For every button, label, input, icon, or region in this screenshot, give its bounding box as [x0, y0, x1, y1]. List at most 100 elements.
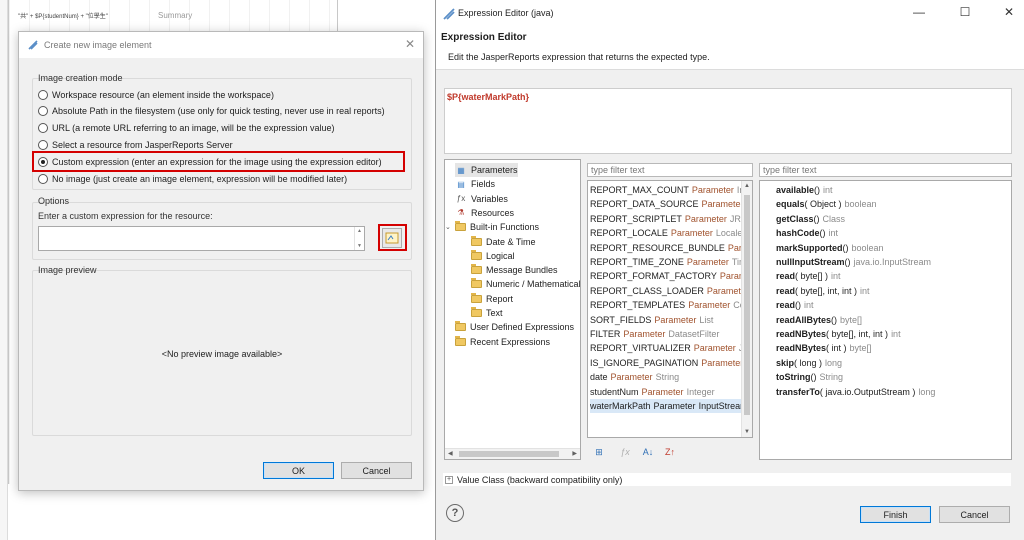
scroll-thumb[interactable] [744, 195, 750, 415]
parameter-item[interactable]: REPORT_RESOURCE_BUNDLEParameterResourceB… [590, 241, 752, 255]
cancel-button[interactable]: Cancel [341, 462, 412, 479]
method-item[interactable]: readNBytes( byte[], int, int ) int [776, 327, 901, 341]
method-item[interactable]: toString() String [776, 370, 843, 384]
creation-mode-option[interactable]: No image (just create an image element, … [38, 172, 347, 186]
scroll-up-icon[interactable]: ▲ [744, 183, 750, 189]
method-item[interactable]: markSupported() boolean [776, 241, 884, 255]
radio-unchecked-icon[interactable] [38, 140, 48, 150]
parameter-name: date [590, 372, 608, 383]
scroll-down-icon[interactable]: ▼ [357, 243, 362, 249]
scroll-down-icon[interactable]: ▼ [744, 429, 750, 435]
category-item[interactable]: Date & Time [471, 235, 536, 249]
minimize-icon[interactable]: — [912, 5, 926, 19]
category-item[interactable]: Recent Expressions [455, 335, 550, 349]
parameter-item[interactable]: date Parameter String [590, 370, 679, 384]
parameter-item[interactable]: SORT_FIELDS Parameter List [590, 313, 713, 327]
parameter-item[interactable]: REPORT_MAX_COUNTParameterInteger [590, 183, 752, 197]
radio-unchecked-icon[interactable] [38, 174, 48, 184]
method-item[interactable]: hashCode() int [776, 226, 838, 240]
scroll-left-icon[interactable]: ◀ [448, 450, 453, 457]
method-item[interactable]: getClass() Class [776, 212, 845, 226]
scroll-thumb[interactable] [459, 451, 559, 457]
radio-unchecked-icon[interactable] [38, 90, 48, 100]
radio-unchecked-icon[interactable] [38, 123, 48, 133]
parameter-item[interactable]: REPORT_TIME_ZONEParameterTimeZone [590, 255, 752, 269]
maximize-icon[interactable]: ☐ [958, 5, 972, 19]
close-icon[interactable]: ✕ [405, 37, 415, 51]
custom-expression-input[interactable]: ▲ ▼ [38, 226, 365, 251]
parameter-item[interactable]: IS_IGNORE_PAGINATIONParameterBoolean [590, 356, 752, 370]
close-icon[interactable]: ✕ [1002, 5, 1016, 19]
method-item[interactable]: readAllBytes() byte[] [776, 313, 862, 327]
method-item[interactable]: read( byte[], int, int ) int [776, 284, 870, 298]
creation-mode-option-label: No image (just create an image element, … [52, 174, 348, 184]
category-item[interactable]: ⌄ Built-in Functions [445, 220, 539, 234]
radio-unchecked-icon[interactable] [38, 106, 48, 116]
scroll-up-icon[interactable]: ▲ [357, 228, 362, 234]
collapse-icon[interactable]: ⌄ [445, 223, 453, 231]
creation-mode-option[interactable]: URL (a remote URL referring to an image,… [38, 121, 334, 135]
category-item[interactable]: Report [471, 292, 513, 306]
category-item[interactable]: Message Bundles [471, 263, 558, 277]
parameters-filter-input[interactable]: type filter text [587, 163, 753, 177]
tree-horizontal-scrollbar[interactable]: ◀ ▶ [445, 448, 580, 459]
parameter-item[interactable]: REPORT_CLASS_LOADERParameterClassLoader [590, 284, 752, 298]
ok-button[interactable]: OK [263, 462, 334, 479]
cancel-button[interactable]: Cancel [939, 506, 1010, 523]
category-item[interactable]: Numeric / Mathematical [471, 277, 580, 291]
category-tree[interactable]: ▦ Parameters ▤ Fields ƒx Variables ⚗ Resources ⌄… [444, 159, 581, 460]
category-item[interactable]: ▤ Fields [455, 177, 495, 191]
parameter-item[interactable]: REPORT_DATA_SOURCEParameterJRDataSource [590, 197, 752, 211]
insert-parameter-icon[interactable]: ⊞ [592, 445, 606, 459]
creation-mode-option[interactable]: Absolute Path in the filesystem (use onl… [38, 104, 385, 118]
method-args: ( long ) [794, 357, 823, 368]
category-item[interactable]: ƒx Variables [455, 192, 508, 206]
method-item[interactable]: available() int [776, 183, 833, 197]
parameters-vertical-scrollbar[interactable]: ▲ ▼ [741, 181, 752, 437]
input-scrollbar[interactable]: ▲ ▼ [354, 227, 364, 250]
parameter-item[interactable]: REPORT_TEMPLATESParameterCollection [590, 298, 752, 312]
folder-icon [455, 335, 466, 346]
parameter-item[interactable]: REPORT_FORMAT_FACTORYParameterFormatFact… [590, 269, 752, 283]
value-class-row[interactable]: + Value Class (backward compatibility on… [443, 473, 1011, 486]
image-preview-label: Image preview [38, 265, 97, 275]
creation-mode-option[interactable]: Select a resource from JasperReports Ser… [38, 138, 233, 152]
sort-descending-icon[interactable]: Z↑ [661, 445, 679, 459]
parameter-kind: Parameter [684, 213, 727, 224]
parameter-item[interactable]: REPORT_LOCALE Parameter Locale [590, 226, 742, 240]
category-item[interactable]: Logical [471, 249, 515, 263]
category-item[interactable]: Text [471, 306, 503, 320]
method-item[interactable]: equals( Object ) boolean [776, 197, 877, 211]
parameters-list[interactable]: REPORT_MAX_COUNTParameterIntegerREPORT_D… [587, 180, 753, 438]
method-item[interactable]: nullInputStream() java.io.InputStream [776, 255, 931, 269]
parameter-item[interactable]: studentNum Parameter Integer [590, 385, 715, 399]
method-name: read [776, 285, 796, 296]
expression-text-area[interactable]: $P{waterMarkPath} [444, 88, 1012, 154]
parameter-name: IS_IGNORE_PAGINATION [590, 357, 699, 368]
method-item[interactable]: transferTo( java.io.OutputStream ) long [776, 385, 935, 399]
method-item[interactable]: read() int [776, 298, 814, 312]
category-item[interactable]: User Defined Expressions [455, 320, 574, 334]
parameter-item[interactable]: REPORT_SCRIPTLETParameterJRAbstractScrip… [590, 212, 752, 226]
parameter-kind: Parameter [670, 228, 713, 239]
fields-icon: ▤ [457, 179, 465, 189]
method-name: readNBytes [776, 343, 827, 354]
parameter-item[interactable]: FILTER Parameter DatasetFilter [590, 327, 719, 341]
parameter-item[interactable]: REPORT_VIRTUALIZERParameterJRVirtualizer [590, 341, 752, 355]
finish-button[interactable]: Finish [860, 506, 931, 523]
category-item[interactable]: ⚗ Resources [455, 206, 514, 220]
method-item[interactable]: read( byte[] ) int [776, 269, 841, 283]
methods-filter-input[interactable]: type filter text [759, 163, 1012, 177]
method-item[interactable]: readNBytes( int ) byte[] [776, 341, 872, 355]
category-item[interactable]: ▦ Parameters [455, 163, 518, 177]
scroll-right-icon[interactable]: ▶ [572, 450, 577, 457]
method-item[interactable]: skip( long ) long [776, 356, 842, 370]
parameter-item[interactable]: waterMarkPath Parameter InputStream [590, 399, 748, 413]
method-name: equals [776, 199, 805, 210]
expand-icon[interactable]: + [445, 475, 453, 484]
methods-list[interactable]: available() int equals( Object ) boolean get… [759, 180, 1012, 460]
creation-mode-option[interactable]: Workspace resource (an element inside th… [38, 88, 274, 102]
help-icon[interactable]: ? [446, 504, 464, 522]
sort-ascending-icon[interactable]: A↓ [639, 445, 657, 459]
method-return-type: int [804, 300, 814, 311]
